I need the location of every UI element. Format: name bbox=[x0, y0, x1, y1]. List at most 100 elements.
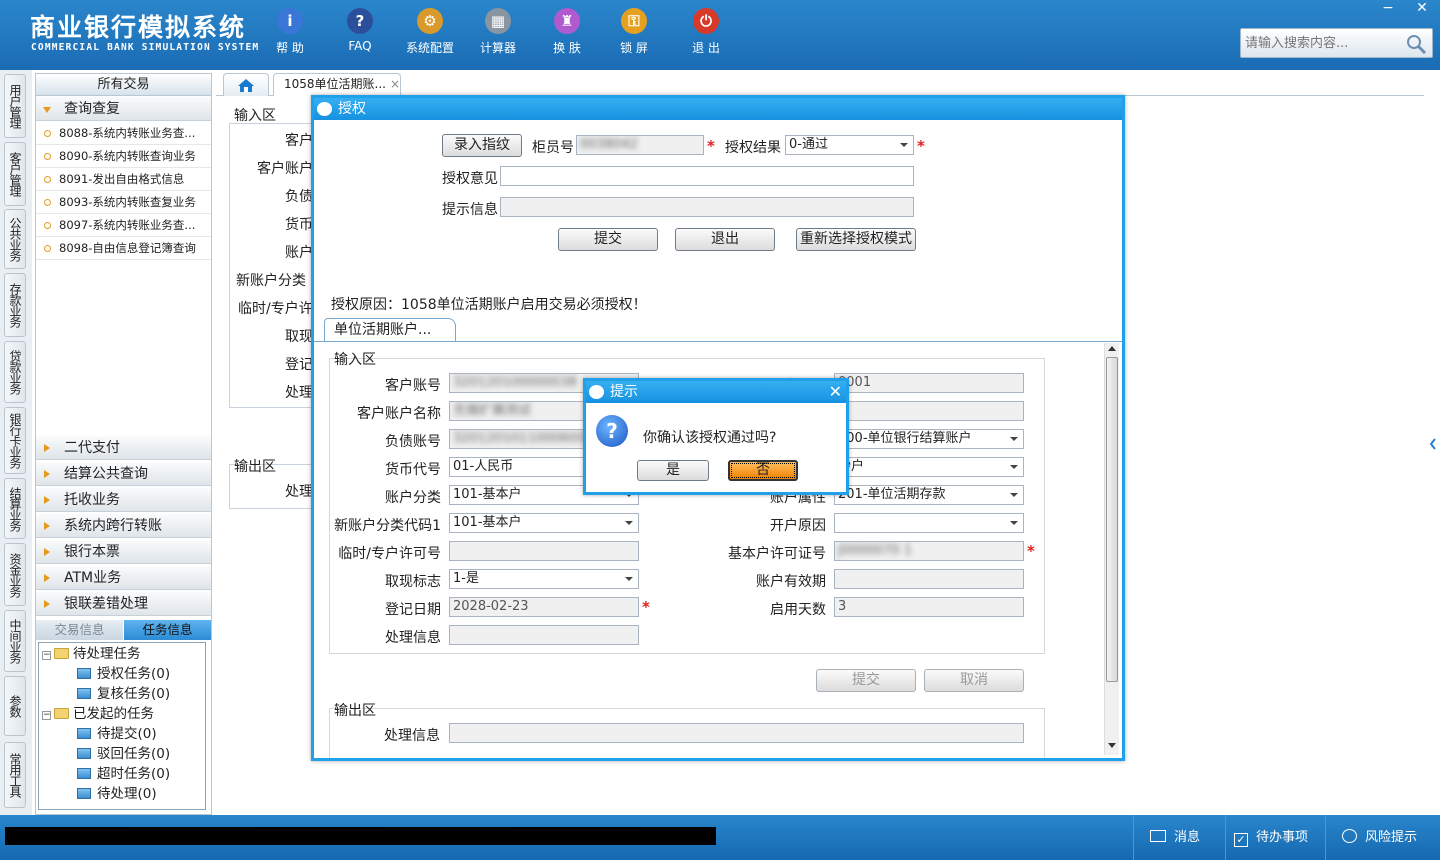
scroll-down-icon[interactable] bbox=[1108, 743, 1116, 748]
tree-node-pending-process[interactable]: 待处理(0) bbox=[77, 785, 157, 803]
close-icon[interactable]: ✕ bbox=[829, 382, 842, 402]
transaction-item[interactable]: 8091-发出自由格式信息 bbox=[36, 168, 211, 191]
category-item[interactable]: 结算公共查询 bbox=[36, 462, 211, 486]
vtab-10[interactable]: 常用工具 bbox=[4, 742, 26, 808]
inner-input[interactable] bbox=[449, 541, 639, 561]
teller-field[interactable]: 0038042 bbox=[576, 135, 704, 155]
vtab-7[interactable]: 资金业务 bbox=[4, 543, 26, 606]
toolbar-button-2[interactable]: ⚙ 系统配置 bbox=[398, 8, 462, 56]
vtab-9[interactable]: 参数 bbox=[4, 676, 26, 736]
collapse-icon[interactable]: − bbox=[42, 651, 51, 660]
tab-task-info[interactable]: 任务信息 bbox=[124, 620, 211, 640]
vtab-5[interactable]: 银行卡业务 bbox=[4, 407, 26, 474]
toolbar-button-3[interactable]: ▦ 计算器 bbox=[466, 8, 530, 56]
opinion-input[interactable] bbox=[500, 166, 914, 186]
vertical-scrollbar[interactable] bbox=[1104, 343, 1119, 755]
search-icon[interactable] bbox=[1405, 33, 1427, 55]
tab-1058[interactable]: 1058单位活期账... × bbox=[273, 73, 401, 96]
vtab-1[interactable]: 客户管理 bbox=[4, 142, 26, 206]
tree-node-rejected[interactable]: 驳回任务(0) bbox=[77, 745, 170, 763]
transaction-label: 8088-系统内转账业务查... bbox=[59, 126, 196, 140]
bullet-icon bbox=[44, 222, 51, 229]
category-item[interactable]: ATM业务 bbox=[36, 566, 211, 590]
dropdown-arrow-icon bbox=[625, 577, 633, 581]
inner-submit-button[interactable]: 提交 bbox=[816, 669, 916, 692]
vtab-4[interactable]: 贷款业务 bbox=[4, 341, 26, 403]
toolbar-button-1[interactable]: ? FAQ bbox=[328, 8, 392, 53]
task-icon bbox=[77, 748, 91, 759]
yes-button[interactable]: 是 bbox=[637, 460, 709, 481]
inner-select[interactable]: 1-是 bbox=[449, 569, 639, 589]
category-item[interactable]: 托收业务 bbox=[36, 488, 211, 512]
vtab-6[interactable]: 结算业务 bbox=[4, 478, 26, 539]
confirm-dialog: 提示 ✕ ? 你确认该授权通过吗? 是 否 bbox=[583, 378, 849, 495]
result-value: 0-通过 bbox=[789, 137, 828, 152]
vtab-2[interactable]: 公共业务 bbox=[4, 209, 26, 269]
no-button[interactable]: 否 bbox=[728, 460, 798, 481]
inner-input[interactable] bbox=[834, 401, 1024, 421]
exit-button[interactable]: 退出 bbox=[675, 228, 775, 251]
inner-input[interactable]: 3 bbox=[834, 597, 1024, 617]
fingerprint-button[interactable]: 录入指纹 bbox=[442, 134, 522, 157]
search-box[interactable] bbox=[1240, 28, 1433, 58]
close-window-button[interactable]: ✕ bbox=[1408, 0, 1436, 18]
inner-select[interactable]: 201-单位活期存款 bbox=[834, 485, 1024, 505]
transaction-item[interactable]: 8088-系统内转账业务查... bbox=[36, 122, 211, 145]
vtab-8[interactable]: 中间业务 bbox=[4, 610, 26, 672]
minimize-button[interactable]: − bbox=[1374, 0, 1402, 18]
tree-node-timeout[interactable]: 超时任务(0) bbox=[77, 765, 170, 783]
vtab-0[interactable]: 用户管理 bbox=[4, 74, 26, 138]
inner-cancel-button[interactable]: 取消 bbox=[924, 669, 1024, 692]
toolbar-button-5[interactable]: ⚿ 锁 屏 bbox=[602, 8, 666, 56]
required-marker: * bbox=[707, 137, 715, 155]
result-select[interactable]: 0-通过 bbox=[785, 135, 914, 155]
inner-output-field bbox=[449, 723, 1024, 743]
inner-input[interactable]: 2028-02-23 bbox=[449, 597, 639, 617]
scroll-up-icon[interactable] bbox=[1108, 346, 1116, 351]
todo-button[interactable]: ✓ 待办事项 bbox=[1225, 815, 1325, 860]
inner-input[interactable]: J0000070 1 bbox=[834, 541, 1024, 561]
risk-button[interactable]: 风险提示 bbox=[1325, 815, 1440, 860]
vtab-3[interactable]: 存款业务 bbox=[4, 273, 26, 337]
collapse-icon[interactable]: − bbox=[42, 711, 51, 720]
close-tab-icon[interactable]: × bbox=[390, 77, 400, 91]
transaction-item[interactable]: 8093-系统内转账查复业务 bbox=[36, 191, 211, 214]
collapse-right-icon[interactable] bbox=[1428, 425, 1438, 463]
toolbar-button-4[interactable]: ♜ 换 肤 bbox=[535, 8, 599, 56]
category-item[interactable]: 银联差错处理 bbox=[36, 592, 211, 616]
confirm-dialog-title[interactable]: 提示 ✕ bbox=[586, 381, 846, 403]
search-input[interactable] bbox=[1245, 34, 1395, 52]
messages-button[interactable]: 消息 bbox=[1133, 815, 1225, 860]
tab-account[interactable]: 单位活期账户... bbox=[324, 318, 456, 341]
category-label: 银行本票 bbox=[64, 544, 120, 560]
home-tab[interactable] bbox=[223, 73, 269, 96]
tree-node-to-submit[interactable]: 待提交(0) bbox=[77, 725, 157, 743]
toolbar-button-6[interactable]: ⏻ 退 出 bbox=[674, 8, 738, 56]
transaction-item[interactable]: 8098-自由信息登记簿查询 bbox=[36, 237, 211, 260]
transaction-item[interactable]: 8097-系统内转账业务查... bbox=[36, 214, 211, 237]
scroll-thumb[interactable] bbox=[1106, 357, 1118, 682]
category-item[interactable]: 二代支付 bbox=[36, 436, 211, 460]
inner-select[interactable]: 101-基本户 bbox=[449, 513, 639, 533]
inner-input[interactable] bbox=[834, 569, 1024, 589]
inner-input[interactable] bbox=[449, 625, 639, 645]
category-query-reply[interactable]: 查询查复 bbox=[36, 97, 211, 121]
inner-field-value: 1-是 bbox=[453, 571, 479, 586]
reselect-mode-button[interactable]: 重新选择授权模式 bbox=[796, 228, 916, 251]
inner-select[interactable]: 钞户 bbox=[834, 457, 1024, 477]
submit-button[interactable]: 提交 bbox=[558, 228, 658, 251]
tree-node-auth-task[interactable]: 授权任务(0) bbox=[77, 665, 170, 683]
tree-node-pending[interactable]: − 待处理任务 bbox=[42, 645, 141, 663]
app-title: 商业银行模拟系统 bbox=[30, 13, 247, 42]
category-item[interactable]: 银行本票 bbox=[36, 540, 211, 564]
toolbar-button-0[interactable]: i 帮 助 bbox=[258, 8, 322, 56]
category-item[interactable]: 系统内跨行转账 bbox=[36, 514, 211, 538]
inner-input[interactable]: 0001 bbox=[834, 373, 1024, 393]
transaction-item[interactable]: 8090-系统内转账查询业务 bbox=[36, 145, 211, 168]
inner-select[interactable] bbox=[834, 513, 1024, 533]
tree-node-initiated[interactable]: − 已发起的任务 bbox=[42, 705, 154, 723]
tab-transaction-info[interactable]: 交易信息 bbox=[36, 620, 123, 640]
inner-select[interactable]: 000-单位银行结算账户 bbox=[834, 429, 1024, 449]
auth-dialog-title[interactable]: 授权 bbox=[314, 98, 1122, 120]
tree-node-review-task[interactable]: 复核任务(0) bbox=[77, 685, 170, 703]
